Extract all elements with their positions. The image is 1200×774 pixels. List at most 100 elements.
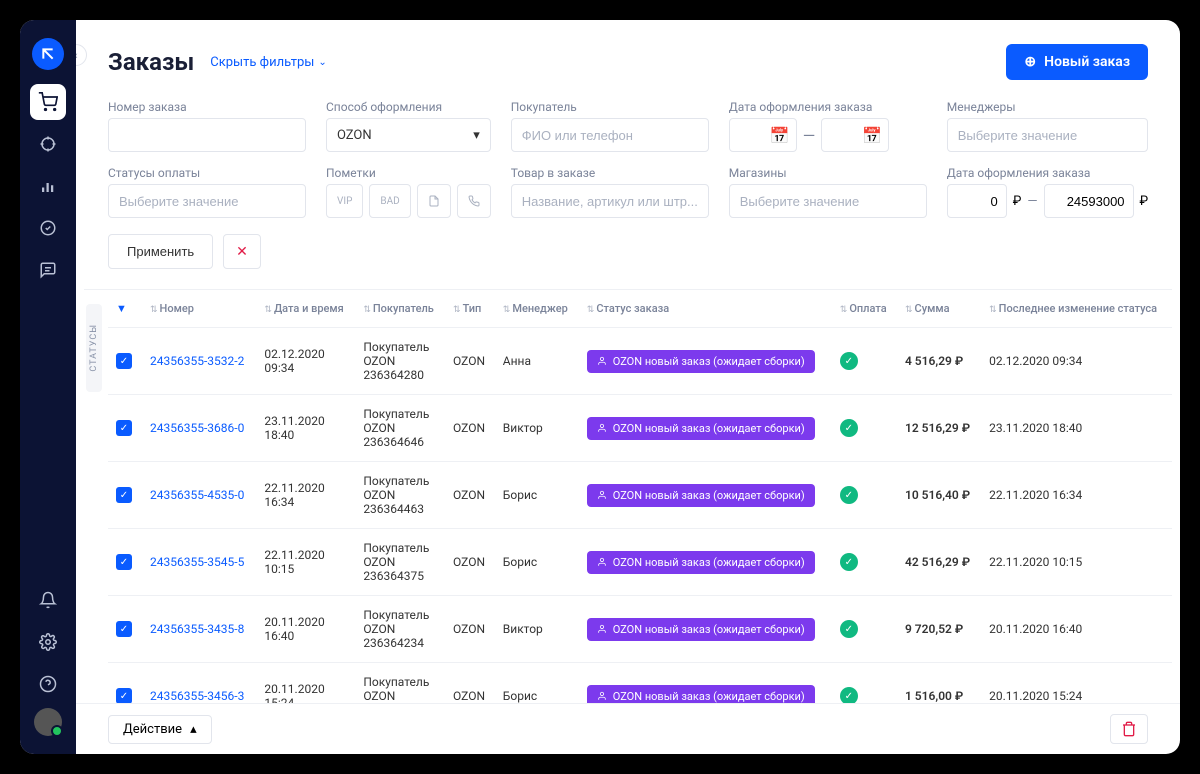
table-row[interactable]: ✓24356355-3532-202.12.202009:34Покупател… [108,328,1172,395]
row-checkbox[interactable]: ✓ [116,420,132,436]
tag-bad-button[interactable]: BAD [369,184,410,218]
row-checkbox[interactable]: ✓ [116,621,132,637]
col-sum[interactable]: ⇅Сумма [897,290,981,328]
bulk-action-dropdown[interactable]: Действие ▴ [108,715,212,744]
filter-product-input[interactable] [511,184,709,218]
col-changed[interactable]: ⇅Последнее изменение статуса [981,290,1172,328]
caret-down-icon: ▾ [473,128,480,143]
orders-table: ▼ ⇅Номер ⇅Дата и время ⇅Покупатель ⇅Тип … [108,290,1172,703]
payment-ok-icon: ✓ [840,553,858,571]
payment-ok-icon: ✓ [840,419,858,437]
col-datetime[interactable]: ⇅Дата и время [256,290,355,328]
status-badge[interactable]: OZON новый заказ (ожидает сборки) [587,350,815,373]
filter-managers-label: Менеджеры [947,100,1148,114]
filter-shops-input[interactable] [729,184,927,218]
sort-indicator-icon[interactable]: ▼ [116,302,127,315]
date-from-input[interactable]: 📅 [729,118,797,152]
nav-notifications[interactable] [30,582,66,618]
cell-sum: 1 516,00 ₽ [897,663,981,704]
calendar-icon: 📅 [770,126,790,145]
row-checkbox[interactable]: ✓ [116,487,132,503]
tag-call-button[interactable] [457,184,491,218]
clear-filters-button[interactable]: ✕ [223,234,261,269]
order-number-link[interactable]: 24356355-3435-8 [150,622,244,636]
cell-changed: 23.11.2020 18:40 [981,395,1172,462]
row-checkbox[interactable]: ✓ [116,688,132,703]
status-badge[interactable]: OZON новый заказ (ожидает сборки) [587,551,815,574]
statuses-panel-handle[interactable]: СТАТУСЫ [86,304,102,392]
col-type[interactable]: ⇅Тип [445,290,495,328]
cell-sum: 42 516,29 ₽ [897,529,981,596]
filter-order-number-input[interactable] [108,118,306,152]
cell-sum: 12 516,29 ₽ [897,395,981,462]
nav-analytics[interactable] [30,168,66,204]
table-row[interactable]: ✓24356355-3456-320.11.202015:24Покупател… [108,663,1172,704]
filter-shops-label: Магазины [729,166,927,180]
status-badge[interactable]: OZON новый заказ (ожидает сборки) [587,685,815,704]
cell-type: OZON [445,596,495,663]
tag-vip-button[interactable]: VIP [326,184,363,218]
nav-target[interactable] [30,126,66,162]
tag-note-button[interactable] [417,184,451,218]
table-row[interactable]: ✓24356355-4535-022.11.202016:34Покупател… [108,462,1172,529]
toggle-filters-link[interactable]: Скрыть фильтры ⌄ [210,55,327,70]
filter-managers-input[interactable] [947,118,1148,152]
nav-help[interactable] [30,666,66,702]
new-order-button[interactable]: ⊕ Новый заказ [1006,44,1148,80]
col-payment[interactable]: ⇅Оплата [832,290,897,328]
cell-manager: Анна [495,328,579,395]
chevron-down-icon: ⌄ [318,57,326,68]
payment-ok-icon: ✓ [840,486,858,504]
nav-settings[interactable] [30,624,66,660]
cell-date: 23.11.202018:40 [256,395,355,462]
order-number-link[interactable]: 24356355-3456-3 [150,689,244,703]
price-to-input[interactable] [1044,184,1134,218]
col-buyer[interactable]: ⇅Покупатель [355,290,445,328]
order-number-link[interactable]: 24356355-3532-2 [150,354,244,368]
avatar[interactable] [34,708,62,736]
cell-type: OZON [445,395,495,462]
date-to-input[interactable]: 📅 [821,118,889,152]
row-checkbox[interactable]: ✓ [116,353,132,369]
cell-changed: 02.12.2020 09:34 [981,328,1172,395]
row-checkbox[interactable]: ✓ [116,554,132,570]
cell-type: OZON [445,328,495,395]
order-number-link[interactable]: 24356355-4535-0 [150,488,244,502]
status-badge[interactable]: OZON новый заказ (ожидает сборки) [587,484,815,507]
status-badge[interactable]: OZON новый заказ (ожидает сборки) [587,417,815,440]
cell-manager: Виктор [495,596,579,663]
nav-orders[interactable] [30,84,66,120]
table-row[interactable]: ✓ 24356355-3545-5 22.11.202010:15Покупател… [108,529,1172,596]
cell-manager: Борис [495,529,579,596]
apply-button[interactable]: Применить [108,234,213,269]
table-row[interactable]: ✓24356355-3435-820.11.202016:40Покупател… [108,596,1172,663]
table-row[interactable]: ✓24356355-3686-023.11.202018:40Покупател… [108,395,1172,462]
cell-date: 02.12.202009:34 [256,328,355,395]
filter-paystatus-input[interactable] [108,184,306,218]
price-from-input[interactable] [947,184,1007,218]
filter-method-select[interactable]: OZON ▾ [326,118,491,152]
cell-sum: 9 720,52 ₽ [897,596,981,663]
cell-date: 22.11.202010:15 [256,529,355,596]
cell-buyer: ПокупательOZON236364375 [355,529,445,596]
filter-tags-label: Пометки [326,166,491,180]
filter-buyer-input[interactable] [511,118,709,152]
delete-button[interactable] [1110,714,1148,744]
col-manager[interactable]: ⇅Менеджер [495,290,579,328]
cell-manager: Борис [495,462,579,529]
logo[interactable] [32,38,64,70]
payment-ok-icon: ✓ [840,687,858,703]
col-number[interactable]: ⇅Номер [142,290,256,328]
payment-ok-icon: ✓ [840,352,858,370]
plus-icon: ⊕ [1024,54,1036,70]
status-badge[interactable]: OZON новый заказ (ожидает сборки) [587,618,815,641]
nav-tasks[interactable] [30,210,66,246]
cell-type: OZON [445,462,495,529]
cell-manager: Виктор [495,395,579,462]
nav-chat[interactable] [30,252,66,288]
order-number-link[interactable]: 24356355-3545-5 [150,555,244,569]
cell-manager: Борис [495,663,579,704]
col-status[interactable]: ⇅Статус заказа [579,290,832,328]
cell-changed: 20.11.2020 15:24 [981,663,1172,704]
order-number-link[interactable]: 24356355-3686-0 [150,421,244,435]
